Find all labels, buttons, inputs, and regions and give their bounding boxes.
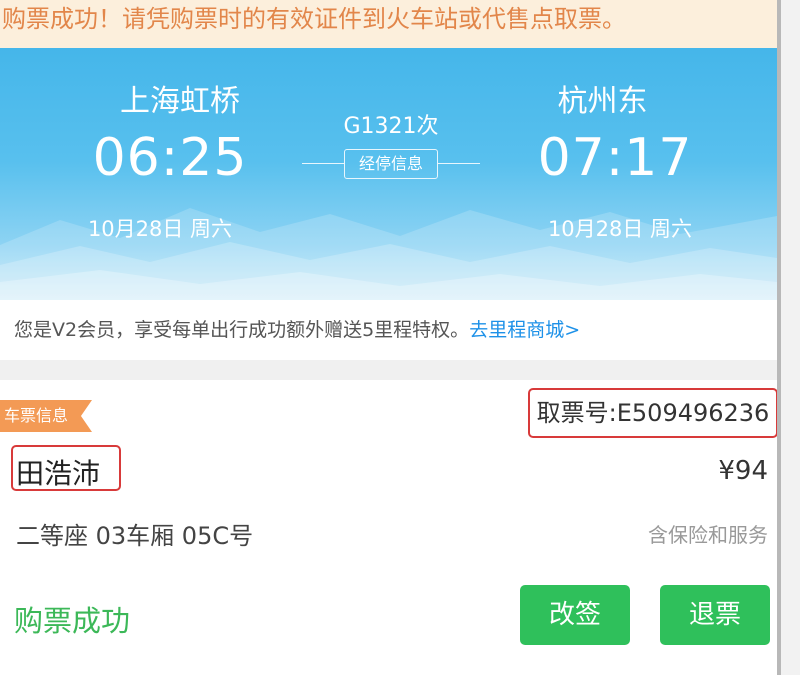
insurance-note: 含保险和服务 (648, 523, 768, 547)
ticket-info-card: 车票信息 取票号:E509496236 田浩沛 ¥94 二等座 03车厢 05C… (0, 380, 778, 675)
mileage-mall-link[interactable]: 去里程商城> (469, 319, 580, 341)
ticket-info-tag: 车票信息 (0, 400, 92, 432)
member-privilege-bar: 您是V2会员，享受每单出行成功额外赠送5里程特权。去里程商城> (0, 300, 777, 360)
trip-header: 上海虹桥 06:25 10月28日 周六 G1321次 经停信息 杭州东 07:… (0, 48, 777, 300)
departure-date: 10月28日 周六 (87, 217, 233, 241)
change-ticket-button[interactable]: 改签 (520, 585, 630, 645)
section-divider (0, 360, 777, 380)
passenger-name: 田浩沛 (16, 457, 101, 490)
stops-info-button[interactable]: 经停信息 (344, 149, 438, 179)
member-privilege-text: 您是V2会员，享受每单出行成功额外赠送5里程特权。 (14, 319, 470, 341)
departure-time: 06:25 (92, 128, 248, 188)
train-number: G1321次 (343, 114, 439, 139)
ticket-price: ¥94 (718, 456, 768, 486)
scrollbar[interactable] (777, 0, 781, 675)
arrival-station: 杭州东 (557, 84, 648, 119)
success-notice-banner: 购票成功！请凭购票时的有效证件到火车站或代售点取票。 (0, 0, 777, 48)
stops-info-control: 经停信息 (302, 147, 480, 181)
page-edge (777, 0, 800, 675)
seat-info: 二等座 03车厢 05C号 (16, 522, 254, 550)
pickup-number: 取票号:E509496236 (528, 388, 778, 438)
left-divider-line (302, 163, 344, 164)
departure-station: 上海虹桥 (120, 84, 240, 119)
right-divider-line (438, 163, 480, 164)
arrival-time: 07:17 (537, 128, 693, 188)
arrival-date: 10月28日 周六 (547, 217, 693, 241)
refund-ticket-button[interactable]: 退票 (660, 585, 770, 645)
ticket-status: 购票成功 (14, 604, 131, 638)
